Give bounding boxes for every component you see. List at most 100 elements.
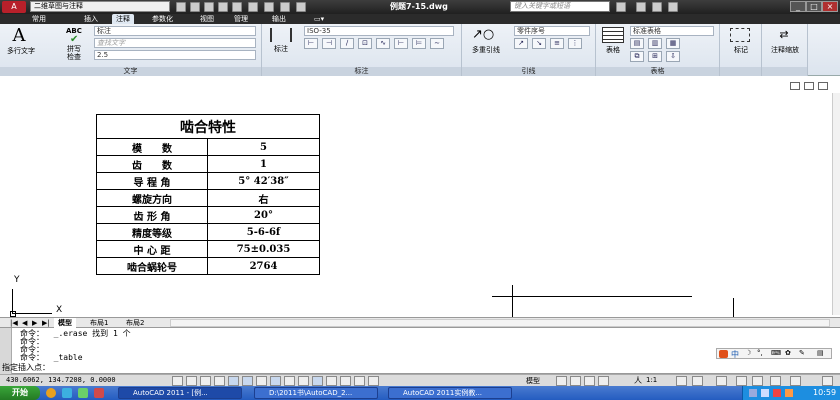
find-text-input[interactable]: 查找文字 <box>94 38 256 48</box>
command-prompt[interactable]: 指定插入点： <box>2 364 50 372</box>
annotation-scaling-icon[interactable]: ⇄ <box>774 28 794 42</box>
tab-home[interactable]: 常用 <box>28 14 50 24</box>
open-file-icon[interactable] <box>190 2 200 12</box>
isolate-objects-icon[interactable] <box>770 376 781 386</box>
dimension-panel-title[interactable]: 标注 <box>262 67 461 76</box>
coordinate-readout[interactable]: 430.6062, 134.7208, 0.0000 <box>6 376 116 384</box>
object-snap-icon[interactable] <box>242 376 253 386</box>
tab-layout1[interactable]: 布局1 <box>86 318 112 328</box>
infer-constraints-icon[interactable] <box>172 376 183 386</box>
help-search-input[interactable]: 键入关键字或短语 <box>510 1 610 12</box>
multileader-button[interactable]: 多重引线 <box>466 45 506 55</box>
start-button[interactable]: 开始 <box>0 386 40 400</box>
grid-display-icon[interactable] <box>200 376 211 386</box>
tab-layout2[interactable]: 布局2 <box>122 318 148 328</box>
ime-toolbar[interactable]: 中 ☽ °, ⌨ ✿ ✎ ▤ <box>716 348 832 359</box>
table-cell[interactable]: 2764 <box>207 257 320 275</box>
polar-tracking-icon[interactable] <box>228 376 239 386</box>
taskbar-item-autocad[interactable]: AutoCAD 2011 - [例... <box>118 387 242 399</box>
viewport-minimize-icon[interactable] <box>790 82 800 90</box>
restore-icon[interactable]: □ <box>806 1 822 12</box>
quicklaunch-app-icon[interactable] <box>62 388 72 398</box>
lineweight-icon[interactable] <box>312 376 323 386</box>
quick-view-layouts-icon[interactable] <box>556 376 567 386</box>
export-icon[interactable] <box>232 2 242 12</box>
annotation-scale-combo[interactable]: 1:1 <box>646 376 657 384</box>
table-cell[interactable]: 中 心 距 <box>96 240 208 258</box>
viewport-restore-icon[interactable] <box>804 82 814 90</box>
annotation-monitor-icon[interactable] <box>368 376 379 386</box>
model-space-button[interactable]: 模型 <box>526 376 540 386</box>
ortho-mode-icon[interactable] <box>214 376 225 386</box>
status-menu-icon[interactable] <box>790 376 801 386</box>
tab-annotate[interactable]: 注释 <box>112 14 134 24</box>
table-title[interactable]: 啮合特性 <box>96 114 320 139</box>
viewport-close-icon[interactable] <box>818 82 828 90</box>
dimension-button[interactable]: 标注 <box>266 44 296 54</box>
multileader-icon[interactable]: ↗○ <box>472 27 502 43</box>
quicklaunch-desktop-icon[interactable] <box>78 388 88 398</box>
table-cell[interactable]: 5 <box>207 138 320 156</box>
tray-network-icon[interactable] <box>749 389 757 397</box>
tray-volume-icon[interactable] <box>761 389 769 397</box>
quick-properties-icon[interactable] <box>340 376 351 386</box>
vertical-scrollbar[interactable] <box>832 93 840 315</box>
zoom-icon[interactable] <box>598 376 609 386</box>
snap-mode-icon[interactable] <box>186 376 197 386</box>
close-icon[interactable]: × <box>822 1 838 12</box>
meshing-characteristics-table[interactable]: 啮合特性 模 数5 齿 数1 导 程 角 5° 42′38″ 螺旋方向右 齿 形 … <box>96 114 320 275</box>
dim-oblique-icon[interactable]: ∕ <box>340 38 354 49</box>
tray-clock[interactable]: 10:59 <box>813 388 836 397</box>
taskbar-item-document[interactable]: AutoCAD 2011实例教... <box>388 387 512 399</box>
multileader-style-combo[interactable]: 零件序号 <box>514 26 590 36</box>
prev-layout-icon[interactable]: ◀ <box>22 319 27 327</box>
table-button[interactable]: 表格 <box>600 45 626 55</box>
selection-cycling-icon[interactable] <box>354 376 365 386</box>
table-icon[interactable] <box>602 27 624 43</box>
clean-screen-icon[interactable] <box>822 376 833 386</box>
tray-antivirus-icon[interactable] <box>773 389 781 397</box>
lock-icon[interactable] <box>736 376 747 386</box>
annotation-visibility-icon[interactable] <box>676 376 687 386</box>
multiline-text-icon[interactable]: A <box>8 26 30 46</box>
skin-icon[interactable]: ✿ <box>785 349 791 357</box>
quicklaunch-media-icon[interactable] <box>94 388 104 398</box>
dimension-style-combo[interactable]: ISO-35 <box>304 26 454 36</box>
ime-mode-label[interactable]: 中 <box>731 349 739 360</box>
text-style-combo[interactable]: 标注 <box>94 26 256 36</box>
dim-baseline-icon[interactable]: ⊨ <box>412 38 426 49</box>
quicklaunch-browser-icon[interactable] <box>46 388 56 398</box>
annotation-scale-icon[interactable]: 人 <box>634 375 642 386</box>
hardware-acceleration-icon[interactable] <box>752 376 763 386</box>
dynamic-ucs-icon[interactable] <box>284 376 295 386</box>
punctuation-icon[interactable]: °, <box>757 349 763 357</box>
tab-manage[interactable]: 管理 <box>230 14 252 24</box>
table-cell[interactable]: 齿 数 <box>96 155 208 173</box>
add-leader-icon[interactable]: ↗ <box>514 38 528 49</box>
table-column-icon[interactable]: ▥ <box>648 38 662 49</box>
remove-leader-icon[interactable]: ↘ <box>532 38 546 49</box>
table-cell[interactable]: 啮合蜗轮号 <box>96 257 208 275</box>
app-logo-icon[interactable]: A <box>2 1 26 13</box>
align-leader-icon[interactable]: ≡ <box>550 38 564 49</box>
markup-icon[interactable] <box>730 28 750 42</box>
auto-scale-icon[interactable] <box>692 376 703 386</box>
horizontal-scrollbar[interactable] <box>170 319 830 327</box>
markup-panel-title[interactable] <box>720 67 761 76</box>
redo-icon[interactable] <box>264 2 274 12</box>
text-height-combo[interactable]: 2.5 <box>94 50 256 60</box>
spell-check-button[interactable]: 拼写 检查 <box>64 45 84 61</box>
tab-view[interactable]: 视图 <box>196 14 218 24</box>
moon-icon[interactable]: ☽ <box>745 349 751 357</box>
dim-space-icon[interactable]: ⊢ <box>304 38 318 49</box>
help-icon[interactable] <box>668 2 678 12</box>
table-cell[interactable]: 右 <box>207 189 320 207</box>
command-window[interactable]: 命令： _.erase 找到 1 个 命令： 命令： 命令： _table 指定… <box>0 328 840 374</box>
communication-center-icon[interactable] <box>636 2 646 12</box>
tools-icon[interactable]: ✎ <box>799 349 805 357</box>
tab-parametric[interactable]: 参数化 <box>148 14 177 24</box>
annotation-scaling-panel-title[interactable] <box>762 67 807 76</box>
table-cell[interactable]: 75±0.035 <box>207 240 320 258</box>
table-cell[interactable]: 导 程 角 <box>96 172 208 190</box>
save-icon[interactable] <box>204 2 214 12</box>
